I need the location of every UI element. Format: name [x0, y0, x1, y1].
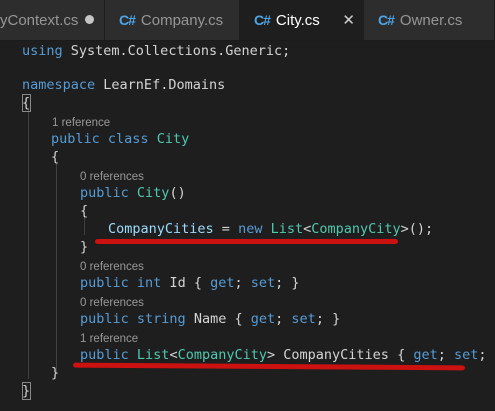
code-line-class-decl[interactable]: public class City [51, 130, 495, 148]
code-line-close-brace[interactable]: } [22, 382, 495, 400]
csharp-file-icon: C# [378, 12, 395, 28]
code-line-using[interactable]: using System.Collections.Generic; [22, 42, 495, 60]
code-line-close-brace[interactable]: } [51, 364, 495, 382]
tab-label: yContext.cs [0, 11, 79, 29]
csharp-file-icon: C# [254, 12, 271, 28]
codelens-references[interactable]: 0 references [80, 260, 144, 274]
codelens-references[interactable]: 1 reference [52, 116, 110, 130]
code-line-name-prop[interactable]: public string Name { get; set; } [80, 310, 495, 328]
codelens-references[interactable]: 0 references [80, 170, 144, 184]
code-line-ctor-body[interactable]: CompanyCities = new List<CompanyCity>(); [108, 220, 495, 238]
tab-owner[interactable]: C# Owner.cs [364, 0, 495, 40]
tab-mycontext[interactable]: yContext.cs [0, 0, 105, 40]
tab-label: Company.cs [140, 11, 224, 29]
indent-guide [28, 109, 29, 379]
csharp-file-icon: C# [119, 12, 136, 28]
code-editor[interactable]: using System.Collections.Generic; namesp… [0, 41, 495, 411]
codelens-references[interactable]: 1 reference [80, 332, 138, 346]
code-line-open-brace[interactable]: { [80, 202, 495, 220]
code-line-open-brace[interactable]: { [51, 148, 495, 166]
indent-guide [56, 163, 57, 373]
code-line-close-brace[interactable]: } [80, 238, 495, 256]
editor-tab-bar: yContext.cs C# Company.cs C# City.cs ✕ C… [0, 0, 495, 41]
code-line-id-prop[interactable]: public int Id { get; set; } [80, 274, 495, 292]
codelens-references[interactable]: 0 references [80, 296, 144, 310]
tab-city[interactable]: C# City.cs ✕ [240, 0, 364, 40]
code-line-companycities-prop[interactable]: public List<CompanyCity> CompanyCities {… [80, 346, 495, 364]
tab-label: Owner.cs [399, 11, 463, 29]
tab-label: City.cs [275, 11, 320, 29]
code-line-namespace[interactable]: namespace LearnEf.Domains [22, 76, 495, 94]
close-icon[interactable]: ✕ [342, 11, 355, 29]
code-line-open-brace[interactable]: { [22, 94, 495, 112]
tab-company[interactable]: C# Company.cs [105, 0, 240, 40]
code-line-ctor-decl[interactable]: public City() [80, 184, 495, 202]
unsaved-dot-icon[interactable] [85, 15, 94, 24]
